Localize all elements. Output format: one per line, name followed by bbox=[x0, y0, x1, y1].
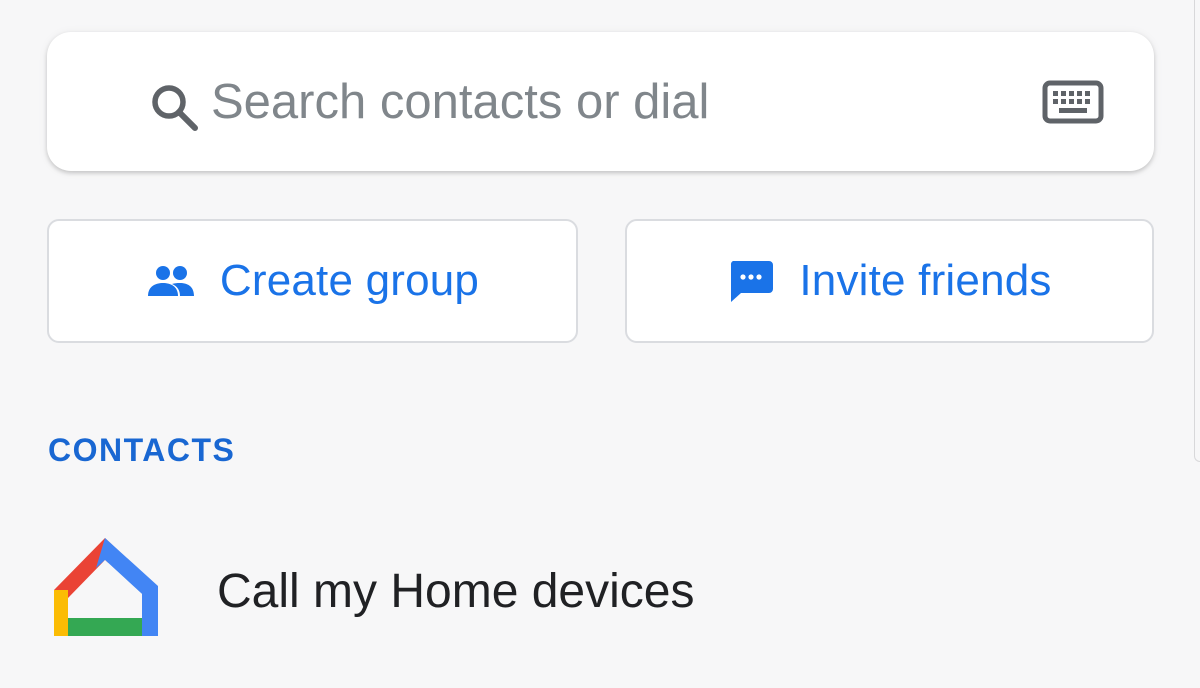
contacts-page: Create group Invite friends CONTACTS Cal… bbox=[0, 0, 1200, 688]
invite-friends-label: Invite friends bbox=[799, 256, 1052, 305]
contact-name: Call my Home devices bbox=[217, 565, 695, 618]
scroll-edge bbox=[1194, 0, 1200, 462]
create-group-button[interactable]: Create group bbox=[47, 219, 578, 343]
group-icon bbox=[147, 266, 194, 296]
keyboard-icon[interactable] bbox=[1042, 80, 1104, 124]
search-input[interactable] bbox=[211, 70, 1011, 134]
search-bar[interactable] bbox=[47, 32, 1154, 171]
search-icon bbox=[152, 85, 198, 131]
contact-item[interactable]: Call my Home devices bbox=[0, 520, 1190, 670]
message-icon bbox=[731, 261, 774, 302]
invite-friends-button[interactable]: Invite friends bbox=[625, 219, 1154, 343]
contacts-section-header: CONTACTS bbox=[48, 432, 236, 468]
google-home-icon bbox=[54, 538, 158, 636]
create-group-label: Create group bbox=[219, 256, 480, 305]
